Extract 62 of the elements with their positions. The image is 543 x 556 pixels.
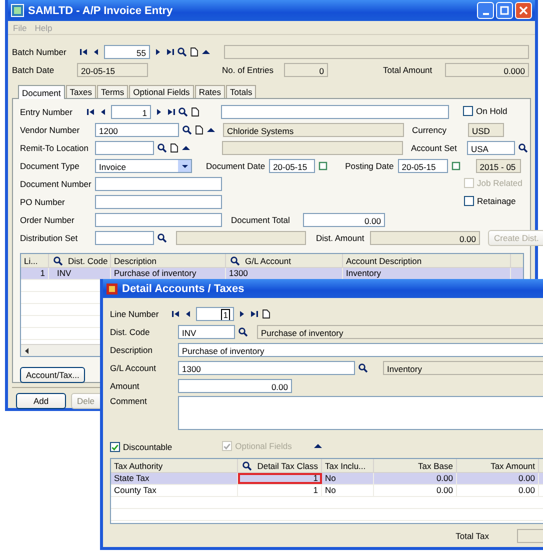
table-cell: 0.00 <box>374 473 457 484</box>
field-label: Total Amount <box>383 65 434 75</box>
column-label: Tax Authority <box>114 460 163 470</box>
column-label: Detail Tax Class <box>257 460 318 470</box>
table-cell: 1 <box>21 268 49 279</box>
table-cell: No <box>322 473 374 484</box>
checkbox-label: Optional Fields <box>235 441 292 452</box>
field-label: PO Number <box>20 197 66 207</box>
field-label: Dist. Code <box>110 327 151 337</box>
field-label: Dist. Amount <box>316 233 366 243</box>
column-label: Tax Inclu... <box>325 460 366 470</box>
entries-field: 0 <box>284 63 328 77</box>
field-label: Entry Number <box>20 107 74 117</box>
field-label: Description <box>110 345 154 355</box>
field-label: Currency <box>412 125 448 135</box>
column-label: Dist. Code <box>68 256 108 266</box>
column-label: Li... <box>24 256 38 266</box>
field-label: Comment <box>110 396 148 406</box>
table-cell: 0.00 <box>457 473 539 484</box>
fiscal-period-field: 2015 - 05 <box>476 159 521 173</box>
checkbox-label: Job Related <box>477 178 522 188</box>
field-label: Vendor Number <box>20 125 81 135</box>
table-cell: 1 <box>238 473 322 484</box>
batch-date-field: 20-05-15 <box>77 63 148 77</box>
field-label: Amount <box>110 381 140 391</box>
field-label: Posting Date <box>345 161 394 171</box>
total-amount-field: 0.000 <box>445 63 529 77</box>
field-label: Document Date <box>206 161 266 171</box>
dist-code-description-field: Purchase of inventory <box>257 325 543 339</box>
checkbox-label: Discountable <box>123 442 172 452</box>
field-label: Document Total <box>231 215 291 225</box>
column-label: Tax Base <box>418 460 453 470</box>
dist-amount-field: 0.00 <box>370 231 480 245</box>
field-label: Remit-To Location <box>20 143 90 153</box>
field-label: Order Number <box>20 215 76 225</box>
table-cell: 1 <box>238 485 322 496</box>
field-label: Total Tax <box>456 531 489 541</box>
field-label: No. of Entries <box>222 65 274 75</box>
vendor-name-field: Chloride Systems <box>223 123 404 137</box>
field-label: Document Type <box>20 161 80 171</box>
table-cell: 0.00 <box>374 485 457 496</box>
currency-field: USD <box>468 123 504 137</box>
checkbox-label: On Hold <box>476 106 508 116</box>
gl-account-description-field: Inventory <box>383 361 543 375</box>
checkbox-label: Retainage <box>477 196 516 206</box>
field-label: Account Set <box>411 143 458 153</box>
column-label: Description <box>114 256 157 266</box>
field-label: Document Number <box>20 179 92 189</box>
column-label: Tax Amount <box>490 460 535 470</box>
table-cell: State Tax <box>111 473 238 484</box>
dialog-title: Detail Accounts / Taxes <box>122 282 244 294</box>
window-title: SAMLTD - A/P Invoice Entry <box>28 4 173 16</box>
table-cell: County Tax <box>111 485 238 496</box>
column-label: G/L Account <box>245 256 291 266</box>
table-cell: 0.00 <box>457 485 539 496</box>
field-label: Batch Date <box>12 65 56 75</box>
field-label: G/L Account <box>110 363 157 373</box>
column-label: Account Description <box>346 256 422 266</box>
field-label: Batch Number <box>12 47 68 57</box>
field-label: Line Number <box>110 309 160 319</box>
field-label: Distribution Set <box>20 233 79 243</box>
table-cell: No <box>322 485 374 496</box>
